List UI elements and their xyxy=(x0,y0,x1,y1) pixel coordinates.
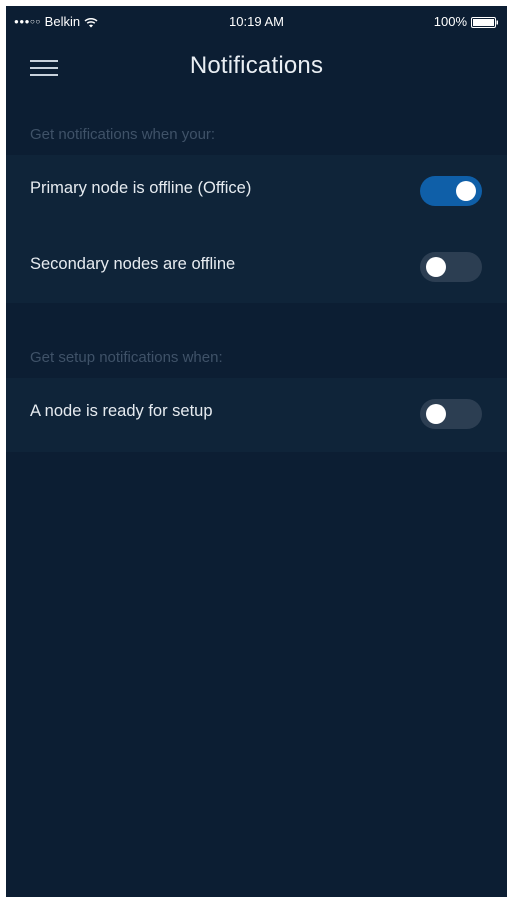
setting-row-node-ready: A node is ready for setup xyxy=(6,378,507,448)
setting-label: Primary node is offline (Office) xyxy=(30,179,252,197)
app-screen: ●●●○○ Belkin 10:19 AM 100% Notifications… xyxy=(6,6,507,897)
section-header-notifications: Get notifications when your: xyxy=(30,126,216,143)
setting-row-secondary-offline: Secondary nodes are offline xyxy=(6,231,507,301)
toggle-knob xyxy=(426,404,446,424)
node-ready-toggle[interactable] xyxy=(420,399,482,429)
setup-settings-group: A node is ready for setup xyxy=(6,378,507,452)
toggle-knob xyxy=(426,257,446,277)
battery-icon xyxy=(471,16,499,28)
secondary-offline-toggle[interactable] xyxy=(420,252,482,282)
status-right: 100% xyxy=(434,14,499,29)
nav-bar: Notifications xyxy=(6,38,507,102)
primary-offline-toggle[interactable] xyxy=(420,176,482,206)
battery-percent: 100% xyxy=(433,14,467,29)
status-time: 10:19 AM xyxy=(229,14,284,29)
notification-settings-group: Primary node is offline (Office) Seconda… xyxy=(6,155,507,303)
section-header-setup: Get setup notifications when: xyxy=(30,349,223,366)
status-bar: ●●●○○ Belkin 10:19 AM 100% xyxy=(6,6,507,38)
page-title: Notifications xyxy=(189,52,324,79)
toggle-knob xyxy=(456,181,476,201)
setting-label: Secondary nodes are offline xyxy=(30,255,236,273)
setting-label: A node is ready for setup xyxy=(30,402,213,420)
setting-row-primary-offline: Primary node is offline (Office) xyxy=(6,155,507,225)
